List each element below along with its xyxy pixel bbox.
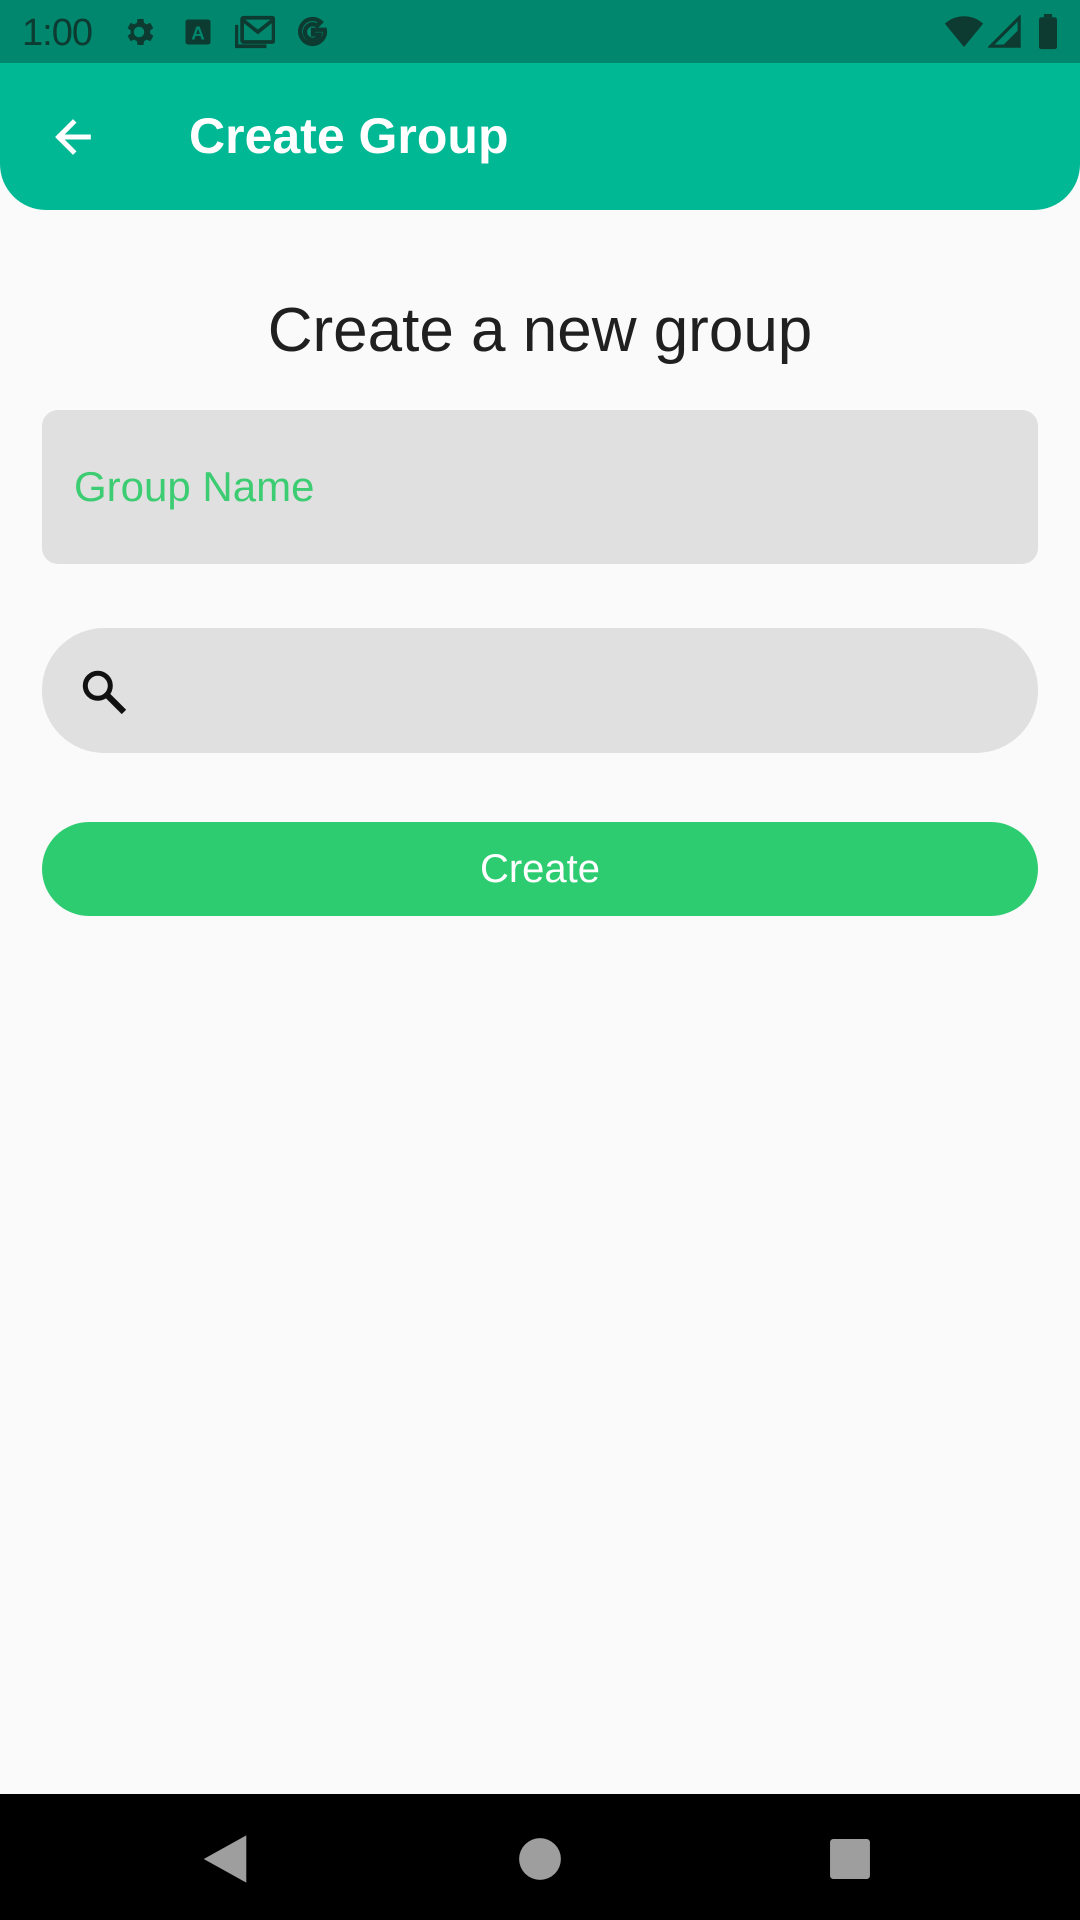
arrow-back-icon (55, 119, 91, 155)
nav-back-button[interactable] (190, 1824, 260, 1894)
cell-signal-icon (985, 12, 1025, 52)
search-input[interactable] (162, 660, 1002, 720)
battery-icon (1028, 12, 1068, 52)
page-title: Create a new group (267, 296, 813, 365)
create-button[interactable]: Create (42, 822, 1038, 916)
back-triangle-icon (203, 1835, 247, 1883)
recents-square-icon (830, 1839, 870, 1879)
svg-text:A: A (191, 23, 205, 44)
status-bar: 1:00 A (0, 0, 1080, 63)
search-bar[interactable] (42, 628, 1038, 753)
back-button[interactable] (42, 111, 104, 163)
group-name-input[interactable] (74, 457, 1004, 517)
app-bar-title: Create Group (189, 108, 509, 164)
search-icon (78, 666, 128, 716)
nav-home-button[interactable] (505, 1824, 575, 1894)
group-name-field[interactable] (42, 410, 1038, 564)
app-bar: Create Group (0, 63, 1080, 210)
font-a-icon: A (178, 12, 218, 52)
home-circle-icon (519, 1838, 561, 1880)
status-time: 1:00 (22, 12, 93, 54)
google-icon (293, 12, 333, 52)
navigation-bar (0, 1794, 1080, 1920)
gmail-icon (235, 12, 275, 52)
nav-recents-button[interactable] (815, 1824, 885, 1894)
gear-icon (119, 12, 159, 52)
wifi-icon (944, 12, 984, 52)
